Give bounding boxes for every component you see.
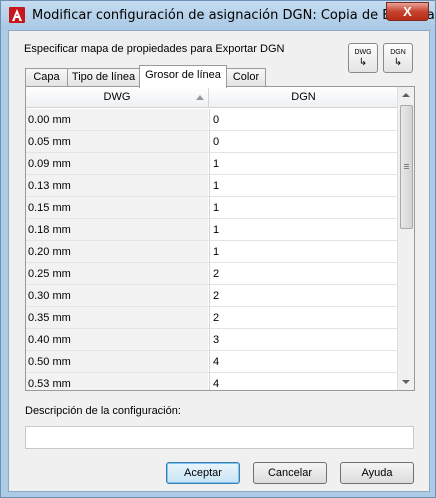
table-row[interactable]: 0.05 mm 0 [26, 131, 398, 153]
dwg-button-label: DWG [354, 49, 372, 56]
table-row[interactable]: 0.25 mm 2 [26, 263, 398, 285]
dgn-cell[interactable]: 1 [209, 175, 398, 196]
dgn-cell[interactable]: 0 [209, 109, 398, 130]
dgn-button-label: DGN [390, 49, 406, 56]
dwg-cell: 0.15 mm [26, 197, 208, 218]
grip-line [404, 166, 409, 167]
dgn-cell[interactable]: 1 [209, 241, 398, 262]
table-row[interactable]: 0.40 mm 3 [26, 329, 398, 351]
dwg-cell: 0.18 mm [26, 219, 208, 240]
grip-line [404, 168, 409, 169]
dwg-cell: 0.20 mm [26, 241, 208, 262]
grip-line [404, 164, 409, 165]
lineweight-grid: DWG DGN 0.00 mm 0 0.05 mm 0 0.09 mm 1 0.13 mm 1… [26, 87, 398, 390]
table-row[interactable]: 0.13 mm 1 [26, 175, 398, 197]
tab-grosor-de-linea[interactable]: Grosor de línea [139, 65, 227, 88]
import-dwg-button[interactable]: DWG ↳ [348, 43, 378, 73]
scroll-thumb[interactable] [400, 105, 413, 229]
dwg-cell: 0.53 mm [26, 373, 208, 390]
import-arrow-icon: ↳ [393, 57, 403, 68]
import-arrow-icon: ↳ [358, 57, 368, 68]
title-bar[interactable]: Modificar configuración de asignación DG… [1, 1, 436, 30]
dgn-cell[interactable]: 3 [209, 329, 398, 350]
dwg-cell: 0.25 mm [26, 263, 208, 284]
dwg-cell: 0.30 mm [26, 285, 208, 306]
table-row[interactable]: 0.15 mm 1 [26, 197, 398, 219]
dgn-cell[interactable]: 1 [209, 153, 398, 174]
help-button[interactable]: Ayuda [340, 462, 414, 484]
table-row[interactable]: 0.50 mm 4 [26, 351, 398, 373]
description-input[interactable] [25, 426, 414, 449]
dialog-body: Especificar mapa de propiedades para Exp… [8, 30, 430, 492]
table-row[interactable]: 0.20 mm 1 [26, 241, 398, 263]
dwg-cell: 0.09 mm [26, 153, 208, 174]
grid-header: DWG DGN [26, 87, 398, 108]
table-row[interactable]: 0.18 mm 1 [26, 219, 398, 241]
dgn-cell[interactable]: 1 [209, 219, 398, 240]
tab-tipo-de-linea[interactable]: Tipo de línea [67, 68, 140, 87]
scroll-down-arrow-icon[interactable] [402, 380, 410, 384]
dgn-cell[interactable]: 2 [209, 285, 398, 306]
dgn-cell[interactable]: 4 [209, 351, 398, 372]
accept-button[interactable]: Aceptar [166, 462, 240, 484]
window-title: Modificar configuración de asignación DG… [32, 8, 436, 23]
description-label: Descripción de la configuración: [25, 405, 181, 417]
vertical-scrollbar[interactable] [397, 87, 414, 390]
table-row[interactable]: 0.00 mm 0 [26, 109, 398, 131]
close-button[interactable]: X [386, 2, 429, 21]
dwg-cell: 0.40 mm [26, 329, 208, 350]
spec-label: Especificar mapa de propiedades para Exp… [24, 43, 285, 55]
scroll-up-arrow-icon[interactable] [402, 93, 410, 97]
tab-color[interactable]: Color [226, 68, 266, 87]
dialog-window: Modificar configuración de asignación DG… [0, 0, 436, 498]
dwg-cell: 0.00 mm [26, 109, 208, 130]
dgn-cell[interactable]: 2 [209, 263, 398, 284]
table-row[interactable]: 0.09 mm 1 [26, 153, 398, 175]
column-header-dgn[interactable]: DGN [209, 87, 398, 108]
tab-panel: DWG DGN 0.00 mm 0 0.05 mm 0 0.09 mm 1 0.13 mm 1… [25, 86, 415, 391]
tab-capa[interactable]: Capa [25, 68, 68, 87]
cancel-button[interactable]: Cancelar [253, 462, 327, 484]
import-dgn-button[interactable]: DGN ↳ [383, 43, 413, 73]
table-row[interactable]: 0.35 mm 2 [26, 307, 398, 329]
dwg-cell: 0.13 mm [26, 175, 208, 196]
dgn-cell[interactable]: 1 [209, 197, 398, 218]
dgn-cell[interactable]: 4 [209, 373, 398, 390]
dgn-cell[interactable]: 2 [209, 307, 398, 328]
autocad-app-icon [9, 7, 25, 23]
dwg-cell: 0.05 mm [26, 131, 208, 152]
dwg-cell: 0.50 mm [26, 351, 208, 372]
table-row[interactable]: 0.30 mm 2 [26, 285, 398, 307]
table-row[interactable]: 0.53 mm 4 [26, 373, 398, 390]
column-header-dwg[interactable]: DWG [26, 87, 208, 108]
dgn-cell[interactable]: 0 [209, 131, 398, 152]
dwg-cell: 0.35 mm [26, 307, 208, 328]
sort-ascending-icon [196, 95, 204, 100]
